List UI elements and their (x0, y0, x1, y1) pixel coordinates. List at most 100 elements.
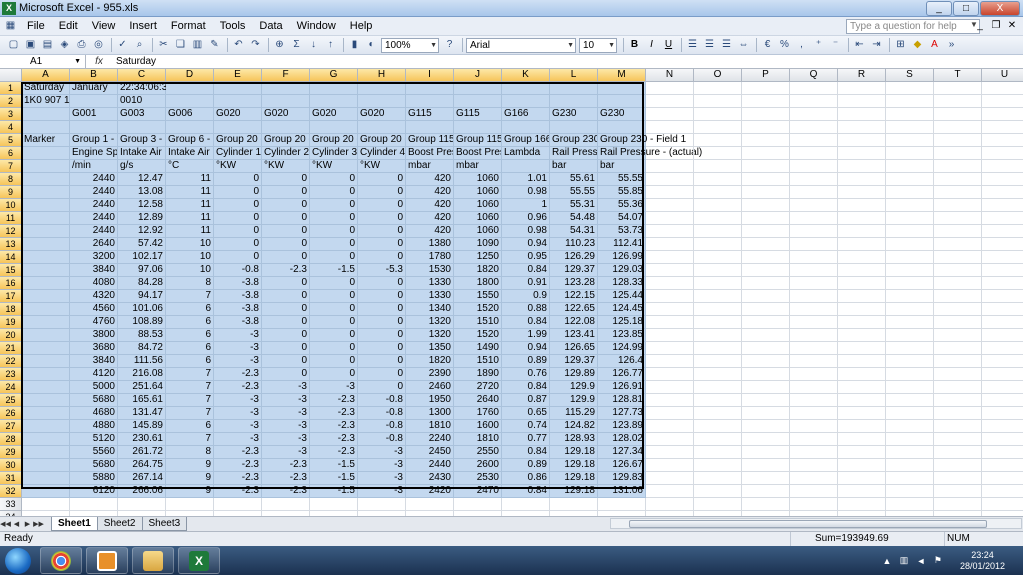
cell[interactable]: 1250 (454, 251, 502, 264)
cell[interactable]: -3 (214, 329, 262, 342)
cell[interactable]: 12.47 (118, 173, 166, 186)
cell[interactable]: 1 (502, 199, 550, 212)
cell[interactable]: 0 (262, 303, 310, 316)
cell[interactable]: 1600 (454, 420, 502, 433)
column-header-m[interactable]: M (598, 69, 646, 82)
cell[interactable]: 0 (358, 355, 406, 368)
cell[interactable]: 264.75 (118, 459, 166, 472)
cell[interactable]: 1760 (454, 407, 502, 420)
cell[interactable] (742, 433, 790, 446)
cell[interactable] (790, 316, 838, 329)
row-header[interactable]: 8 (0, 173, 22, 186)
cell[interactable] (790, 420, 838, 433)
cell[interactable]: 0.74 (502, 420, 550, 433)
cell[interactable]: -2.3 (214, 381, 262, 394)
cell[interactable]: 420 (406, 173, 454, 186)
permission-icon[interactable]: ◈ (57, 38, 72, 52)
cell[interactable]: -2.3 (214, 485, 262, 498)
cell[interactable]: 7 (166, 394, 214, 407)
cell[interactable] (886, 368, 934, 381)
cell[interactable] (838, 95, 886, 108)
cell[interactable]: 1300 (406, 407, 454, 420)
volume-icon[interactable]: ◄ (914, 556, 928, 566)
cell[interactable] (790, 394, 838, 407)
cell[interactable]: 0 (310, 251, 358, 264)
cell[interactable]: -0.8 (214, 264, 262, 277)
cell[interactable] (694, 472, 742, 485)
cell[interactable]: -2.3 (262, 485, 310, 498)
cell[interactable]: 6 (166, 303, 214, 316)
paste-icon[interactable]: ▥ (190, 38, 205, 52)
cell[interactable] (934, 394, 982, 407)
bold-button[interactable]: B (627, 38, 642, 52)
cell[interactable]: G003 (118, 108, 166, 121)
cell[interactable] (934, 277, 982, 290)
cell[interactable]: 6 (166, 355, 214, 368)
cell[interactable] (838, 108, 886, 121)
cell[interactable] (742, 277, 790, 290)
cell[interactable]: Group 3 - F (118, 134, 166, 147)
cell[interactable] (982, 173, 1023, 186)
cell[interactable] (118, 121, 166, 134)
cell[interactable] (646, 212, 694, 225)
cell[interactable] (838, 212, 886, 225)
cell[interactable] (934, 108, 982, 121)
cell[interactable]: 4880 (70, 420, 118, 433)
cell[interactable] (646, 381, 694, 394)
cell[interactable] (886, 251, 934, 264)
cell[interactable]: 1090 (454, 238, 502, 251)
cell[interactable]: 0 (262, 173, 310, 186)
cell[interactable]: 4320 (70, 290, 118, 303)
cell[interactable] (502, 95, 550, 108)
cell[interactable]: -0.8 (358, 394, 406, 407)
cell[interactable]: 4560 (70, 303, 118, 316)
cell[interactable] (982, 459, 1023, 472)
cell[interactable] (694, 199, 742, 212)
cell[interactable]: 266.06 (118, 485, 166, 498)
cell[interactable]: 0.95 (502, 251, 550, 264)
cell[interactable]: 0 (262, 368, 310, 381)
cell[interactable]: G230 (550, 108, 598, 121)
cell[interactable]: 0.89 (502, 459, 550, 472)
cell[interactable]: 5120 (70, 433, 118, 446)
cell[interactable]: -0.8 (358, 420, 406, 433)
cell[interactable]: 0 (262, 199, 310, 212)
cell[interactable]: 11 (166, 199, 214, 212)
cell[interactable] (550, 121, 598, 134)
cell[interactable] (550, 82, 598, 95)
cell[interactable] (838, 290, 886, 303)
cell[interactable] (22, 225, 70, 238)
cut-icon[interactable]: ✂ (156, 38, 171, 52)
cell[interactable] (982, 95, 1023, 108)
cell[interactable] (22, 251, 70, 264)
cell[interactable]: Cylinder 3 (310, 147, 358, 160)
cell[interactable]: 11 (166, 186, 214, 199)
cell[interactable]: Rail Pressure - (actual) (598, 147, 702, 160)
network-icon[interactable]: ▥ (897, 555, 911, 566)
cell[interactable]: 129.18 (550, 472, 598, 485)
cell[interactable] (982, 147, 1023, 160)
cell[interactable]: -3 (214, 433, 262, 446)
cell[interactable] (790, 212, 838, 225)
cell[interactable]: 0 (310, 277, 358, 290)
open-icon[interactable]: ▣ (23, 38, 38, 52)
column-header-g[interactable]: G (310, 69, 358, 82)
cell[interactable]: -2.3 (262, 264, 310, 277)
cell[interactable] (790, 485, 838, 498)
cell[interactable] (934, 160, 982, 173)
column-header-u[interactable]: U (982, 69, 1023, 82)
cell[interactable] (646, 186, 694, 199)
cell[interactable]: 0 (310, 186, 358, 199)
hyperlink-icon[interactable]: ⊕ (272, 38, 287, 52)
cell[interactable]: 129.37 (550, 264, 598, 277)
cell[interactable] (886, 147, 934, 160)
cell[interactable]: 102.17 (118, 251, 166, 264)
cell[interactable] (646, 251, 694, 264)
scrollbar-thumb[interactable] (629, 520, 987, 528)
cell[interactable]: 1810 (454, 433, 502, 446)
cell[interactable]: 129.89 (550, 368, 598, 381)
cell[interactable] (790, 264, 838, 277)
cell[interactable] (694, 251, 742, 264)
cell[interactable] (934, 303, 982, 316)
cell[interactable] (838, 199, 886, 212)
